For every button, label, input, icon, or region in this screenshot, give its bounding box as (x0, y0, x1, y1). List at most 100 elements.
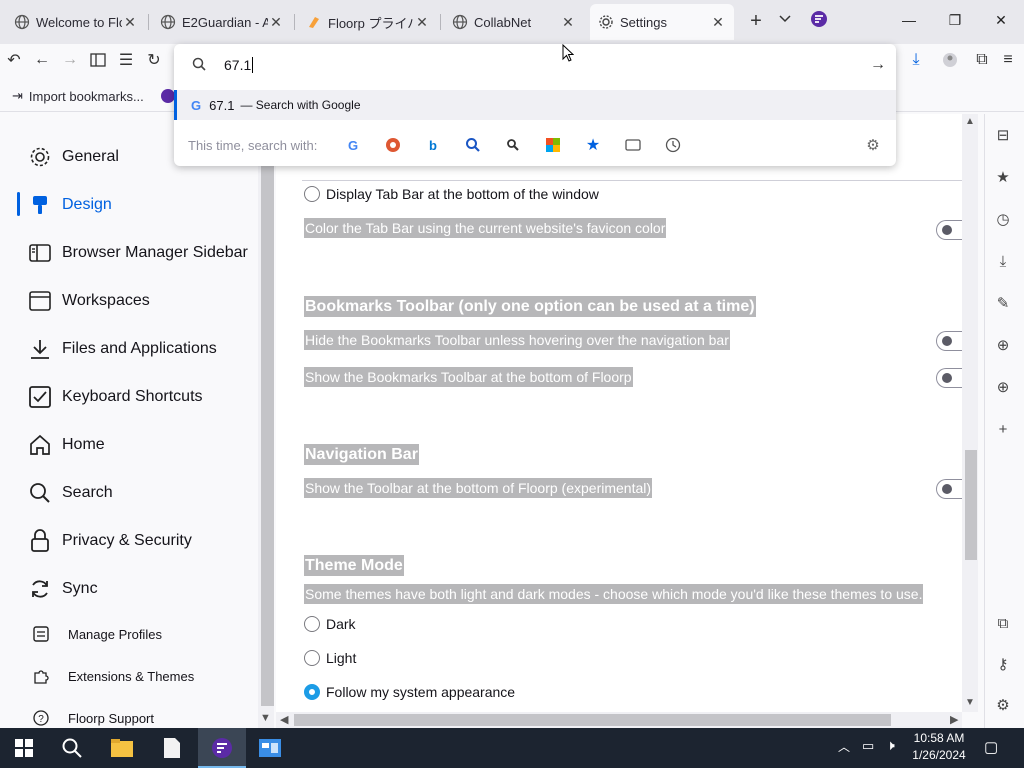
search-icon[interactable] (60, 736, 84, 760)
setting-label: Color the Tab Bar using the current webs… (304, 218, 667, 238)
radio-button[interactable] (304, 186, 320, 202)
history-clock-icon[interactable] (664, 136, 682, 154)
chevron-up-icon[interactable]: ︿ (838, 738, 850, 755)
gear-icon[interactable]: ⚙ (994, 696, 1012, 714)
globe-icon[interactable]: ⊕ (994, 378, 1012, 396)
colorful-engine-icon[interactable] (544, 136, 562, 154)
bookmarks-star-icon[interactable]: ★ (584, 136, 602, 154)
go-arrow-icon[interactable]: → (870, 56, 886, 74)
back-icon[interactable]: ← (32, 50, 52, 70)
close-window-button[interactable]: ✕ (978, 0, 1024, 40)
minimize-button[interactable]: — (886, 0, 932, 40)
bookmarks-hide-toggle[interactable] (936, 331, 962, 351)
theme-system-radio[interactable]: Follow my system appearance (304, 684, 515, 700)
tabs-icon[interactable] (624, 136, 642, 154)
bookmarks-bottom-toggle[interactable] (936, 368, 962, 388)
tabbar-bottom-radio[interactable]: Display Tab Bar at the bottom of the win… (304, 186, 599, 202)
category-workspaces[interactable]: Workspaces (28, 289, 150, 313)
search-engine-2-icon[interactable] (504, 136, 522, 154)
account-icon[interactable] (940, 50, 960, 70)
category-browser-manager-sidebar[interactable]: Browser Manager Sidebar (28, 241, 248, 265)
category-privacy-security[interactable]: Privacy & Security (28, 529, 192, 553)
network-icon[interactable]: ▭ (862, 738, 874, 754)
category-search[interactable]: Search (28, 481, 113, 505)
tab-collabnet[interactable]: CollabNet ✕ (444, 4, 584, 40)
notification-icon[interactable]: ▢ (984, 738, 998, 756)
category-home[interactable]: Home (28, 433, 105, 457)
search-engine-icon[interactable] (464, 136, 482, 154)
navbar-bottom-toggle[interactable] (936, 479, 962, 499)
bing-engine-icon[interactable]: b (424, 136, 442, 154)
key-icon[interactable]: ⚷ (994, 655, 1012, 673)
tab-title: E2Guardian - Access Denied (182, 14, 268, 30)
close-tab-icon[interactable]: ✕ (268, 14, 284, 31)
tab-title: CollabNet (474, 14, 532, 30)
radio-button[interactable] (304, 684, 320, 700)
control-panel-icon[interactable] (258, 736, 282, 760)
extensions-icon[interactable]: ⧉ (972, 50, 992, 70)
category-design[interactable]: Design (28, 193, 112, 217)
windows-start-icon[interactable] (12, 736, 36, 760)
category-keyboard-shortcuts[interactable]: Keyboard Shortcuts (28, 385, 203, 409)
globe-icon[interactable]: ⊕ (994, 336, 1012, 354)
briefcase-icon[interactable]: ⊟ (994, 126, 1012, 144)
radio-button[interactable] (304, 650, 320, 666)
scroll-right-icon[interactable]: ▶ (950, 713, 958, 726)
google-engine-icon[interactable]: G (344, 136, 362, 154)
file-explorer-icon[interactable] (110, 736, 134, 760)
close-tab-icon[interactable]: ✕ (710, 14, 726, 31)
category-scrollbar-thumb[interactable] (261, 116, 274, 706)
scroll-left-icon[interactable]: ◀ (280, 713, 288, 726)
horizontal-scrollbar-thumb[interactable] (294, 714, 891, 726)
close-tab-icon[interactable]: ✕ (122, 14, 138, 31)
content-scrollbar-thumb[interactable] (965, 450, 977, 560)
theme-dark-radio[interactable]: Dark (304, 616, 356, 632)
tab-e2guardian[interactable]: E2Guardian - Access Denied ✕ (152, 4, 292, 40)
scroll-down-icon[interactable]: ▼ (260, 712, 271, 724)
tab-settings[interactable]: Settings ✕ (590, 4, 734, 40)
theme-light-radio[interactable]: Light (304, 650, 356, 666)
duckduckgo-engine-icon[interactable] (384, 136, 402, 154)
reload-icon[interactable]: ↻ (144, 50, 164, 70)
menu-icon[interactable]: ≡ (998, 50, 1018, 70)
close-tab-icon[interactable]: ✕ (560, 14, 576, 31)
scroll-up-icon[interactable]: ▲ (965, 116, 975, 127)
category-label: Manage Profiles (68, 626, 162, 642)
document-icon[interactable] (160, 736, 184, 760)
content-scrollbar[interactable] (962, 114, 978, 712)
search-settings-gear-icon[interactable]: ⚙ (864, 136, 882, 154)
maximize-button[interactable]: ❐ (932, 0, 978, 40)
list-icon[interactable]: ☰ (116, 50, 136, 70)
pen-icon[interactable]: ✎ (994, 294, 1012, 312)
taskbar-clock[interactable]: 10:58 AM 1/26/2024 (908, 730, 970, 764)
radio-button[interactable] (304, 616, 320, 632)
forward-icon[interactable]: → (60, 50, 80, 70)
search-suggestion[interactable]: G 67.1 — Search with Google (174, 90, 896, 120)
puzzle-icon[interactable]: ⧉ (994, 614, 1012, 632)
category-extensions-themes[interactable]: Extensions & Themes (32, 667, 194, 685)
category-manage-profiles[interactable]: Manage Profiles (32, 625, 162, 643)
close-tab-icon[interactable]: ✕ (414, 14, 430, 31)
tab-welcome[interactable]: Welcome to Floorp ✕ (6, 4, 146, 40)
tabbar-favicon-color-toggle[interactable] (936, 220, 962, 240)
sidebar-toggle-icon[interactable] (88, 50, 108, 70)
history-icon[interactable]: ◷ (994, 210, 1012, 228)
scroll-down-icon[interactable]: ▼ (965, 697, 975, 708)
category-general[interactable]: General (28, 145, 119, 169)
category-sync[interactable]: Sync (28, 577, 98, 601)
new-tab-icon[interactable]: + (746, 10, 766, 34)
floorp-logo-icon[interactable] (810, 10, 828, 28)
tab-floorp[interactable]: Floorp プライバシー ✕ (298, 4, 438, 40)
undo-icon[interactable]: ↶ (4, 50, 24, 70)
url-input[interactable]: 67.1 (224, 57, 254, 73)
add-panel-icon[interactable]: + (994, 420, 1012, 438)
import-bookmarks-button[interactable]: ⇥ Import bookmarks... (12, 88, 144, 104)
category-files-applications[interactable]: Files and Applications (28, 337, 217, 361)
gear-icon (28, 145, 52, 169)
download-icon[interactable]: ⤓ (906, 50, 926, 70)
chevron-down-icon[interactable] (778, 12, 794, 28)
star-icon[interactable]: ★ (994, 168, 1012, 186)
download-icon[interactable]: ⤓ (994, 252, 1012, 270)
volume-muted-icon[interactable]: 🕨 (886, 737, 895, 754)
category-floorp-support[interactable]: ? Floorp Support (32, 709, 154, 727)
